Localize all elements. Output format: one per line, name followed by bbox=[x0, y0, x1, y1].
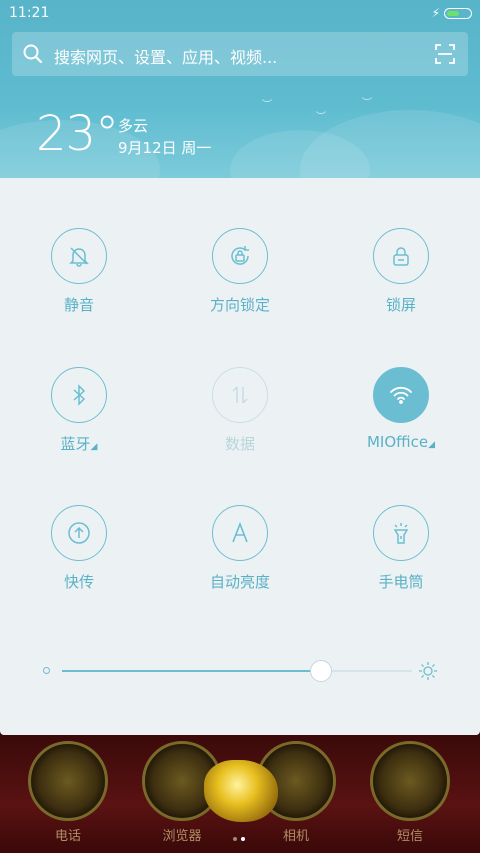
brightness-low-icon bbox=[43, 667, 50, 674]
weather-condition: 多云 bbox=[118, 117, 149, 135]
flashlight-icon bbox=[393, 523, 409, 544]
date-label: 9月12日 周一 bbox=[118, 139, 212, 157]
dock-label: 浏览器 bbox=[162, 829, 202, 844]
toggle-mute[interactable]: 静音 bbox=[19, 228, 139, 315]
toggle-label: 蓝牙◢ bbox=[60, 435, 98, 453]
brightness-knob[interactable] bbox=[310, 660, 332, 682]
search-input[interactable]: 搜索网页、设置、应用、视频... bbox=[54, 44, 277, 68]
toggle-circle[interactable] bbox=[373, 228, 429, 284]
bell-off-icon bbox=[69, 247, 89, 267]
dock-label: 短信 bbox=[396, 829, 423, 844]
toggle-label: MIOffice◢ bbox=[366, 433, 436, 451]
bluetooth-icon bbox=[73, 384, 86, 406]
toggle-circle[interactable] bbox=[212, 367, 268, 423]
toggle-circle[interactable] bbox=[51, 228, 107, 284]
quick-settings-panel: 静音 方向锁定 锁屏 蓝牙◢ 数据 MIOffice◢ 快传 自动亮度 手电筒 bbox=[0, 178, 480, 735]
brightness-fill bbox=[62, 670, 321, 672]
toggle-label: 静音 bbox=[63, 296, 94, 314]
page-dot bbox=[233, 837, 237, 841]
phone-app-icon[interactable] bbox=[28, 741, 108, 821]
wifi-icon bbox=[390, 386, 412, 404]
toggle-circle[interactable] bbox=[212, 505, 268, 561]
toggle-label: 锁屏 bbox=[385, 296, 416, 314]
toggle-rotation-lock[interactable]: 方向锁定 bbox=[180, 228, 300, 315]
toggle-circle[interactable] bbox=[51, 367, 107, 423]
toggle-label: 方向锁定 bbox=[209, 296, 270, 314]
bird-decoration: ︶ bbox=[262, 100, 272, 111]
scan-icon[interactable] bbox=[435, 44, 455, 64]
battery-level bbox=[447, 11, 459, 16]
rotation-lock-icon bbox=[231, 246, 249, 265]
battery-icon bbox=[444, 8, 472, 19]
expand-arrow-icon: ◢ bbox=[428, 440, 436, 450]
toggle-flashlight[interactable]: 手电筒 bbox=[341, 505, 461, 592]
data-icon bbox=[232, 386, 248, 404]
expand-arrow-icon: ◢ bbox=[90, 442, 98, 452]
dock-label: 相机 bbox=[282, 829, 309, 844]
toggle-lock-screen[interactable]: 锁屏 bbox=[341, 228, 461, 315]
toggle-circle[interactable] bbox=[51, 505, 107, 561]
search-icon bbox=[23, 44, 43, 64]
page-indicator bbox=[233, 826, 249, 845]
toggle-label: 快传 bbox=[63, 573, 94, 591]
toggle-label: 自动亮度 bbox=[209, 573, 270, 591]
brightness-high-icon bbox=[419, 662, 437, 680]
brightness-track[interactable] bbox=[62, 660, 412, 682]
toggle-circle[interactable] bbox=[373, 367, 429, 423]
bird-decoration: ︶ bbox=[362, 98, 372, 109]
toggle-circle[interactable] bbox=[212, 228, 268, 284]
status-time: 11:21 bbox=[9, 5, 50, 21]
toggle-quick-transfer[interactable]: 快传 bbox=[19, 505, 139, 592]
search-bar[interactable]: 搜索网页、设置、应用、视频... bbox=[12, 32, 468, 76]
dock-label: 电话 bbox=[54, 829, 81, 844]
status-bar: 11:21 ⚡ bbox=[0, 0, 480, 28]
page-dot-active bbox=[241, 837, 245, 841]
notification-header: ︶ ︶ ︶ 11:21 ⚡ 搜索网页、设置、应用、视频... 23° 多云 9月… bbox=[0, 0, 480, 178]
brightness-slider[interactable] bbox=[40, 656, 440, 686]
toggle-bluetooth[interactable]: 蓝牙◢ bbox=[19, 367, 139, 454]
toggle-auto-brightness[interactable]: 自动亮度 bbox=[180, 505, 300, 592]
toggle-label: 手电筒 bbox=[378, 573, 424, 591]
messages-app-icon[interactable] bbox=[370, 741, 450, 821]
toggle-circle[interactable] bbox=[373, 505, 429, 561]
lock-icon bbox=[393, 247, 409, 266]
transfer-icon bbox=[68, 522, 90, 544]
toggle-mobile-data[interactable]: 数据 bbox=[180, 367, 300, 454]
auto-brightness-icon bbox=[232, 522, 248, 543]
dragon-widget-icon[interactable] bbox=[204, 760, 278, 822]
toggle-label: 数据 bbox=[224, 435, 255, 453]
temperature[interactable]: 23° bbox=[36, 106, 119, 162]
bird-decoration: ︶ bbox=[316, 112, 326, 123]
bolt-icon: ⚡ bbox=[431, 6, 440, 20]
toggle-wifi[interactable]: MIOffice◢ bbox=[341, 367, 461, 451]
